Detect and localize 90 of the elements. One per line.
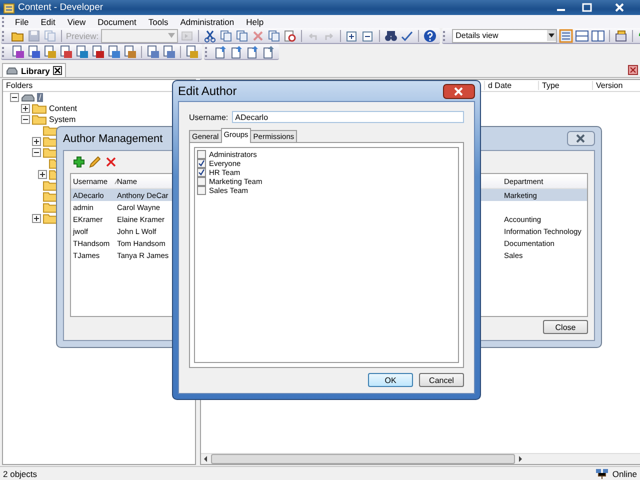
ok-button[interactable]: OK <box>368 373 413 387</box>
sort-icon <box>114 178 119 184</box>
cancel-button[interactable]: Cancel <box>419 373 464 387</box>
details-view-icon[interactable] <box>558 28 573 42</box>
menu-item[interactable]: Tools <box>142 16 174 26</box>
username-field[interactable]: ADecarlo <box>232 111 464 123</box>
document-icon[interactable] <box>214 44 228 58</box>
folder-icon <box>43 180 58 190</box>
close-icon[interactable] <box>443 84 475 98</box>
document-icon[interactable] <box>59 44 73 58</box>
cut-icon[interactable] <box>202 28 217 42</box>
document-icon[interactable] <box>75 44 89 58</box>
document-icon[interactable] <box>43 44 57 58</box>
close-button[interactable]: Close <box>543 320 588 334</box>
dialog-title: Author Management <box>63 132 163 144</box>
checkbox[interactable] <box>197 168 206 177</box>
menu-item[interactable]: Administration <box>174 16 240 26</box>
expand-icon[interactable] <box>21 104 30 113</box>
expand-icon[interactable] <box>32 137 41 146</box>
caret-icon <box>168 33 175 38</box>
menu-item[interactable]: Help <box>240 16 270 26</box>
expand-icon[interactable] <box>38 170 47 179</box>
column-header[interactable]: d Date <box>484 81 538 90</box>
document-icon[interactable] <box>123 44 137 58</box>
folder-icon <box>43 214 58 224</box>
help-icon[interactable] <box>422 28 437 42</box>
library-tab[interactable]: Library <box>2 63 66 77</box>
delete-icon[interactable] <box>105 156 117 168</box>
document-icon[interactable] <box>230 44 244 58</box>
checkbox[interactable] <box>197 159 206 168</box>
folder-icon <box>43 148 58 158</box>
window-title: Content - Developer <box>18 2 104 13</box>
spellcheck-icon[interactable] <box>400 28 414 42</box>
document-icon[interactable] <box>185 44 199 58</box>
binoculars-icon[interactable] <box>384 28 398 42</box>
menu-item[interactable]: File <box>9 16 35 26</box>
document-icon[interactable] <box>246 44 260 58</box>
dropdown-value: Details view <box>456 31 498 40</box>
document-icon[interactable] <box>162 44 176 58</box>
menu-item[interactable]: Document <box>92 16 142 26</box>
tree-item[interactable]: / <box>37 93 44 102</box>
collapse-icon[interactable] <box>32 148 41 157</box>
folder-icon <box>32 114 47 124</box>
preview-label: Preview: <box>66 30 99 40</box>
drive-icon <box>21 92 35 102</box>
expand-icon[interactable] <box>32 214 41 223</box>
caret-icon <box>546 30 556 41</box>
properties-icon[interactable] <box>614 28 628 42</box>
pencil-icon[interactable] <box>89 156 101 168</box>
checkbox[interactable] <box>197 177 206 186</box>
connection-status: Online <box>612 468 637 478</box>
document-icon[interactable] <box>107 44 121 58</box>
search-icon[interactable] <box>282 28 297 42</box>
close-icon[interactable] <box>52 66 62 75</box>
folder-icon <box>43 202 58 212</box>
collapse-icon[interactable] <box>360 28 375 42</box>
page-icon[interactable] <box>266 28 281 42</box>
drive-icon <box>6 66 18 74</box>
app-icon <box>3 2 15 14</box>
view-dropdown[interactable]: Details view <box>452 28 557 42</box>
tree-item[interactable]: System <box>49 115 76 124</box>
document-icon[interactable] <box>146 44 160 58</box>
column-header[interactable]: Version <box>592 81 640 90</box>
document-icon[interactable] <box>27 44 41 58</box>
columns-view-icon[interactable] <box>590 28 605 42</box>
network-icon <box>595 468 610 479</box>
folder-icon <box>43 126 58 136</box>
column-header[interactable]: Type <box>538 81 592 90</box>
folder-icon <box>43 192 58 202</box>
document-icon[interactable] <box>262 44 276 58</box>
expand-icon[interactable] <box>344 28 359 42</box>
username-label: Username: <box>189 112 228 122</box>
copy-icon[interactable] <box>218 28 233 42</box>
collapse-icon[interactable] <box>21 115 30 124</box>
add-icon[interactable] <box>73 156 85 168</box>
status-text: 2 objects <box>3 468 38 478</box>
horizontal-scrollbar[interactable] <box>201 453 640 464</box>
paste-icon[interactable] <box>234 28 249 42</box>
collapse-icon[interactable] <box>10 93 19 102</box>
document-icon[interactable] <box>91 44 105 58</box>
checkbox[interactable] <box>197 150 206 159</box>
menu-item[interactable]: Edit <box>34 16 62 26</box>
split-view-icon[interactable] <box>574 28 589 42</box>
folder-icon <box>43 136 58 146</box>
tree-item[interactable]: Content <box>49 104 78 113</box>
document-icon[interactable] <box>11 44 25 58</box>
folder-icon <box>32 104 47 114</box>
dialog-title: Edit Author <box>178 84 237 98</box>
checkbox[interactable] <box>197 186 206 195</box>
menu-item[interactable]: View <box>61 16 92 26</box>
